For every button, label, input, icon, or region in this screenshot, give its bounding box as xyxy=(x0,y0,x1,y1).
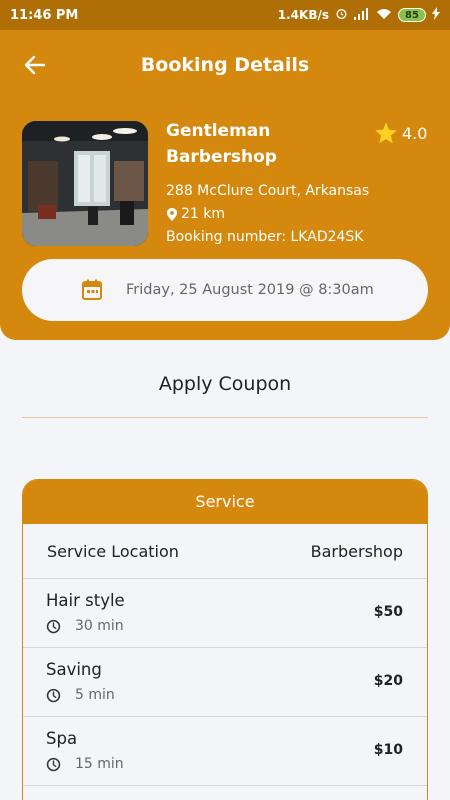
service-item-saving[interactable]: Saving 5 min $20 xyxy=(23,648,427,717)
star-icon xyxy=(375,122,397,144)
shop-image xyxy=(22,121,148,246)
charging-icon xyxy=(432,7,440,23)
booking-number: Booking number: LKAD24SK xyxy=(166,229,364,245)
booking-datetime[interactable]: Friday, 25 August 2019 @ 8:30am xyxy=(22,259,428,321)
alarm-icon xyxy=(335,7,348,23)
booking-header: Booking Details Gentleman Barbershop 4.0… xyxy=(0,30,450,340)
service-location-row: Service Location Barbershop xyxy=(23,524,427,579)
service-duration-text: 30 min xyxy=(75,618,124,634)
service-name: Hair style xyxy=(46,591,125,610)
shop-address: 288 McClure Court, Arkansas xyxy=(166,183,370,199)
clock-icon xyxy=(46,757,61,771)
shop-distance: 21 km xyxy=(166,206,225,222)
service-item-spa[interactable]: Spa 15 min $10 xyxy=(23,717,427,786)
service-duration: 5 min xyxy=(46,687,115,703)
location-pin-icon xyxy=(166,207,178,221)
service-name: Saving xyxy=(46,660,102,679)
shop-rating: 4.0 xyxy=(374,121,427,145)
clock-icon xyxy=(46,619,61,633)
service-item-hair-style[interactable]: Hair style 30 min $50 xyxy=(23,579,427,648)
service-duration: 15 min xyxy=(46,756,124,772)
status-bar: 11:46 PM 1.4KB/s 85 xyxy=(0,0,450,30)
apply-coupon-button[interactable]: Apply Coupon xyxy=(0,373,450,395)
status-time: 11:46 PM xyxy=(10,7,79,23)
wifi-icon xyxy=(376,8,392,23)
calendar-icon xyxy=(82,279,102,300)
network-speed: 1.4KB/s xyxy=(277,8,329,22)
service-price: $10 xyxy=(373,742,403,758)
service-location-value: Barbershop xyxy=(310,541,403,561)
rating-value: 4.0 xyxy=(402,123,428,143)
service-price: $20 xyxy=(373,673,403,689)
service-price: $50 xyxy=(373,604,403,620)
booking-datetime-text: Friday, 25 August 2019 @ 8:30am xyxy=(126,282,374,298)
status-icons: 1.4KB/s 85 xyxy=(278,7,440,23)
service-header: Service xyxy=(23,480,427,524)
service-card: Service Service Location Barbershop Hair… xyxy=(22,479,428,800)
service-name: Spa xyxy=(46,729,78,748)
clock-icon xyxy=(46,688,61,702)
service-duration-text: 5 min xyxy=(75,687,115,703)
battery-icon: 85 xyxy=(398,8,426,22)
page-title: Booking Details xyxy=(140,54,310,76)
distance-value: 21 km xyxy=(181,206,226,222)
service-duration-text: 15 min xyxy=(75,756,124,772)
service-duration: 30 min xyxy=(46,618,124,634)
divider xyxy=(22,417,428,418)
shop-name: Gentleman Barbershop xyxy=(166,121,277,167)
service-location-label: Service Location xyxy=(47,541,179,561)
signal-icon xyxy=(354,7,370,23)
